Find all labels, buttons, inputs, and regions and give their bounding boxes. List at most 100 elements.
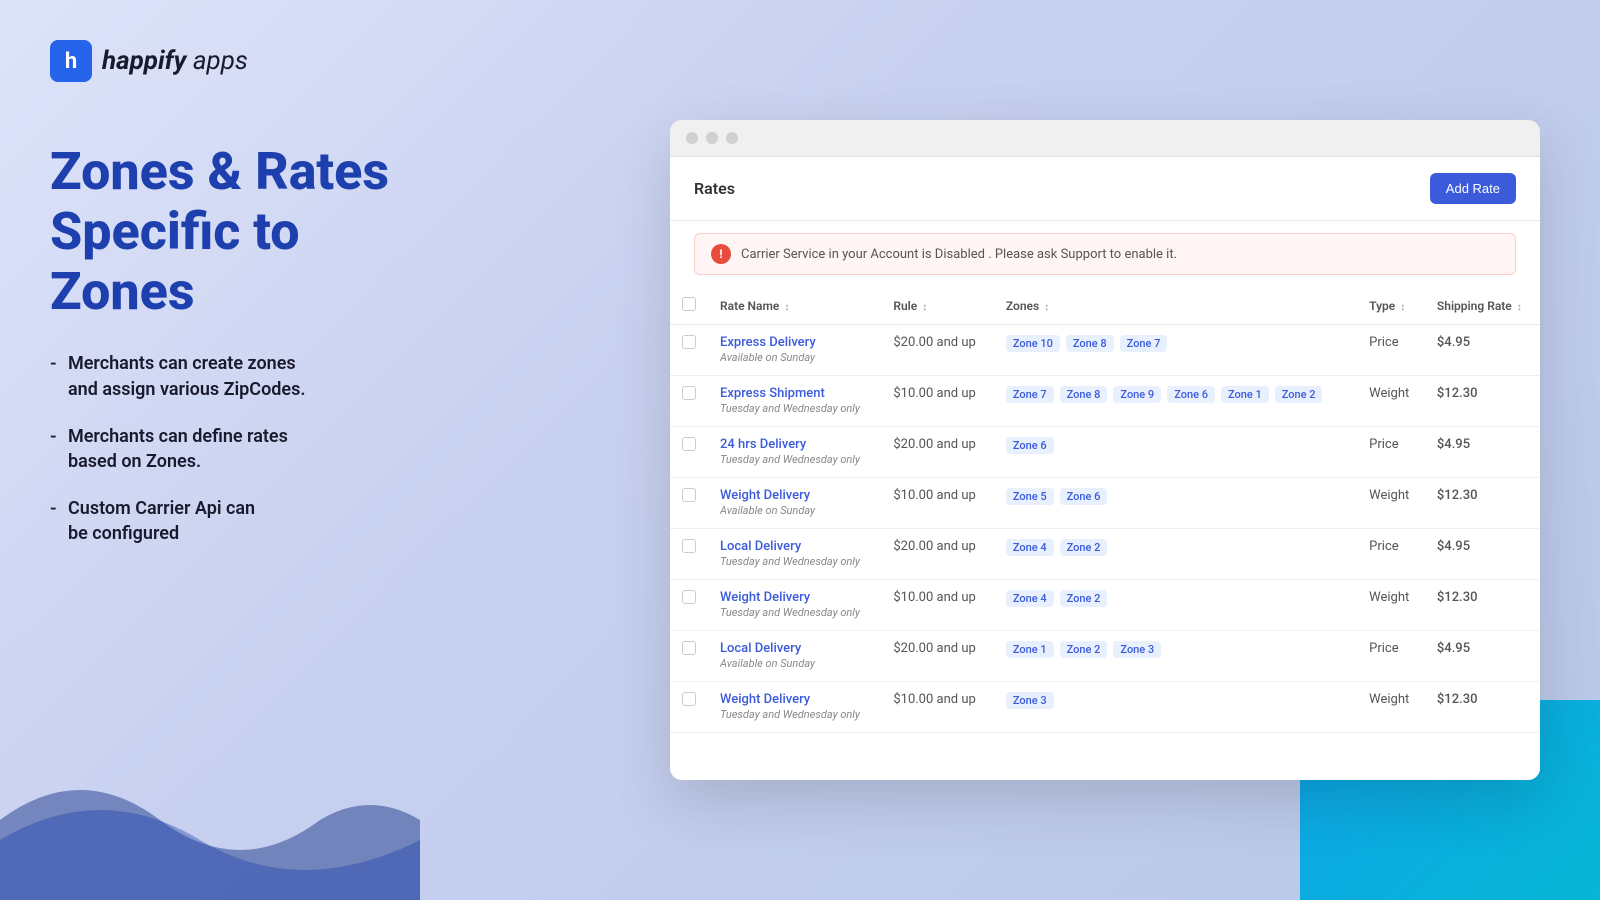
row-checkbox-cell: [670, 631, 708, 682]
zone-badge[interactable]: Zone 7: [1120, 335, 1168, 352]
row-checkbox-cell: [670, 376, 708, 427]
zone-badge[interactable]: Zone 2: [1275, 386, 1323, 403]
th-zones: Zones ↕: [994, 287, 1357, 325]
rate-name-cell: Express DeliveryAvailable on Sunday: [708, 325, 881, 376]
bullet-item-1: Merchants can create zonesand assign var…: [50, 351, 450, 401]
zone-badge[interactable]: Zone 5: [1006, 488, 1054, 505]
row-checkbox-0[interactable]: [682, 335, 696, 349]
rule-cell: $10.00 and up: [881, 682, 994, 733]
zone-badge[interactable]: Zone 4: [1006, 590, 1054, 607]
rate-name-link[interactable]: 24 hrs Delivery: [720, 437, 869, 452]
rule-cell: $10.00 and up: [881, 376, 994, 427]
type-cell: Weight: [1357, 580, 1425, 631]
zone-badge[interactable]: Zone 6: [1006, 437, 1054, 454]
zones-cell: Zone 10 Zone 8 Zone 7: [994, 325, 1357, 376]
table-row: Express ShipmentTuesday and Wednesday on…: [670, 376, 1540, 427]
logo-text: happify apps: [102, 46, 248, 76]
zone-badge[interactable]: Zone 6: [1060, 488, 1108, 505]
zone-badge[interactable]: Zone 3: [1006, 692, 1054, 709]
row-checkbox-cell: [670, 478, 708, 529]
rate-name-cell: Local DeliveryTuesday and Wednesday only: [708, 529, 881, 580]
zone-badge[interactable]: Zone 1: [1221, 386, 1269, 403]
rate-name-link[interactable]: Express Shipment: [720, 386, 869, 401]
shipping-rate-cell: $4.95: [1425, 325, 1540, 376]
logo-icon: h: [50, 40, 92, 82]
logo-area: h happify apps: [50, 40, 450, 82]
zone-badge[interactable]: Zone 2: [1060, 641, 1108, 658]
sort-icon-zones: ↕: [1044, 302, 1049, 313]
zone-badge[interactable]: Zone 3: [1113, 641, 1161, 658]
rate-name-cell: 24 hrs DeliveryTuesday and Wednesday onl…: [708, 427, 881, 478]
type-cell: Price: [1357, 529, 1425, 580]
sort-icon-type: ↕: [1400, 302, 1405, 313]
table-row: Weight DeliveryTuesday and Wednesday onl…: [670, 580, 1540, 631]
zone-badge[interactable]: Zone 2: [1060, 590, 1108, 607]
zone-badge[interactable]: Zone 8: [1060, 386, 1108, 403]
zone-badge[interactable]: Zone 8: [1066, 335, 1114, 352]
rate-name-link[interactable]: Weight Delivery: [720, 488, 869, 503]
rate-name-cell: Express ShipmentTuesday and Wednesday on…: [708, 376, 881, 427]
row-checkbox-2[interactable]: [682, 437, 696, 451]
zone-badge[interactable]: Zone 2: [1060, 539, 1108, 556]
add-rate-button[interactable]: Add Rate: [1430, 173, 1516, 204]
browser-dot-green: [726, 132, 738, 144]
zones-cell: Zone 4 Zone 2: [994, 580, 1357, 631]
th-shipping-rate: Shipping Rate ↕: [1425, 287, 1540, 325]
shipping-rate-cell: $4.95: [1425, 529, 1540, 580]
zone-badge[interactable]: Zone 1: [1006, 641, 1054, 658]
sort-icon-rule: ↕: [922, 302, 927, 313]
sort-icon-name: ↕: [784, 302, 789, 313]
page-headline: Zones & Rates Specific to Zones: [50, 142, 450, 321]
zones-cell: Zone 5 Zone 6: [994, 478, 1357, 529]
browser-dot-yellow: [706, 132, 718, 144]
row-checkbox-1[interactable]: [682, 386, 696, 400]
table-header: Rate Name ↕ Rule ↕ Zones ↕ Type ↕ Shippi…: [670, 287, 1540, 325]
rule-cell: $20.00 and up: [881, 529, 994, 580]
rate-sub-text: Available on Sunday: [720, 657, 815, 670]
row-checkbox-7[interactable]: [682, 692, 696, 706]
rate-sub-text: Tuesday and Wednesday only: [720, 606, 860, 619]
shipping-rate-cell: $4.95: [1425, 427, 1540, 478]
header-checkbox[interactable]: [682, 297, 696, 311]
rule-cell: $20.00 and up: [881, 427, 994, 478]
type-cell: Price: [1357, 427, 1425, 478]
rate-name-link[interactable]: Express Delivery: [720, 335, 869, 350]
row-checkbox-cell: [670, 529, 708, 580]
table-row: Express DeliveryAvailable on Sunday$20.0…: [670, 325, 1540, 376]
type-cell: Weight: [1357, 682, 1425, 733]
browser-window: Rates Add Rate ! Carrier Service in your…: [670, 120, 1540, 780]
rate-name-cell: Weight DeliveryTuesday and Wednesday onl…: [708, 580, 881, 631]
browser-toolbar: [670, 120, 1540, 157]
rule-cell: $10.00 and up: [881, 478, 994, 529]
zones-cell: Zone 1 Zone 2 Zone 3: [994, 631, 1357, 682]
row-checkbox-cell: [670, 580, 708, 631]
zones-cell: Zone 7 Zone 8 Zone 9 Zone 6 Zone 1 Zone 2: [994, 376, 1357, 427]
row-checkbox-3[interactable]: [682, 488, 696, 502]
zones-cell: Zone 6: [994, 427, 1357, 478]
rate-name-link[interactable]: Weight Delivery: [720, 692, 869, 707]
zone-badge[interactable]: Zone 9: [1113, 386, 1161, 403]
rates-header: Rates Add Rate: [670, 157, 1540, 221]
zones-cell: Zone 4 Zone 2: [994, 529, 1357, 580]
zone-badge[interactable]: Zone 10: [1006, 335, 1060, 352]
zone-badge[interactable]: Zone 4: [1006, 539, 1054, 556]
zones-cell: Zone 3: [994, 682, 1357, 733]
zone-badge[interactable]: Zone 7: [1006, 386, 1054, 403]
rate-sub-text: Available on Sunday: [720, 351, 815, 364]
shipping-rate-cell: $12.30: [1425, 580, 1540, 631]
th-type: Type ↕: [1357, 287, 1425, 325]
table-row: Weight DeliveryAvailable on Sunday$10.00…: [670, 478, 1540, 529]
table-row: Local DeliveryTuesday and Wednesday only…: [670, 529, 1540, 580]
th-rule: Rule ↕: [881, 287, 994, 325]
rate-name-link[interactable]: Weight Delivery: [720, 590, 869, 605]
row-checkbox-4[interactable]: [682, 539, 696, 553]
rate-name-link[interactable]: Local Delivery: [720, 539, 869, 554]
type-cell: Weight: [1357, 478, 1425, 529]
row-checkbox-cell: [670, 427, 708, 478]
zone-badge[interactable]: Zone 6: [1167, 386, 1215, 403]
row-checkbox-5[interactable]: [682, 590, 696, 604]
row-checkbox-cell: [670, 325, 708, 376]
row-checkbox-6[interactable]: [682, 641, 696, 655]
rate-name-link[interactable]: Local Delivery: [720, 641, 869, 656]
table-body: Express DeliveryAvailable on Sunday$20.0…: [670, 325, 1540, 733]
